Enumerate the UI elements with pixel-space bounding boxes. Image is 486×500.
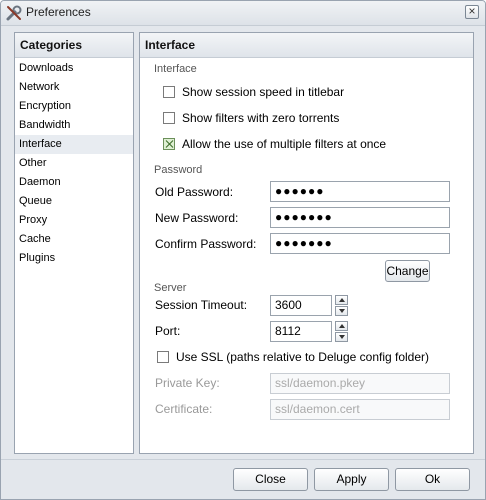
- spin-up-icon[interactable]: [335, 321, 348, 331]
- new-password-field[interactable]: ●●●●●●●: [270, 207, 450, 228]
- multiple-filters-checkbox[interactable]: [163, 138, 175, 150]
- spin-down-icon[interactable]: [335, 332, 348, 342]
- panel-title: Interface: [140, 33, 473, 58]
- server-section-label: Server: [154, 282, 187, 294]
- use-ssl-checkbox[interactable]: [157, 351, 169, 363]
- session-timeout-spinner[interactable]: [335, 295, 348, 316]
- zero-torrents-checkbox[interactable]: [163, 112, 175, 124]
- title-bar[interactable]: Preferences ×: [1, 1, 485, 26]
- change-password-button[interactable]: Change: [385, 260, 430, 282]
- port-field[interactable]: 8112: [270, 321, 332, 342]
- spin-down-icon[interactable]: [335, 306, 348, 316]
- session-speed-option[interactable]: Show session speed in titlebar: [163, 84, 344, 100]
- wrench-icon: [6, 5, 22, 21]
- category-plugins[interactable]: Plugins: [15, 249, 133, 268]
- preferences-window: Preferences × Categories Downloads Netwo…: [0, 0, 486, 500]
- confirm-password-label: Confirm Password:: [155, 237, 257, 251]
- use-ssl-option[interactable]: Use SSL (paths relative to Deluge config…: [157, 349, 429, 365]
- session-timeout-field[interactable]: 3600: [270, 295, 332, 316]
- interface-panel: Interface Interface Show session speed i…: [139, 32, 474, 454]
- close-button[interactable]: Close: [233, 468, 308, 491]
- category-network[interactable]: Network: [15, 78, 133, 97]
- session-speed-checkbox[interactable]: [163, 86, 175, 98]
- certificate-label: Certificate:: [155, 402, 213, 416]
- category-queue[interactable]: Queue: [15, 192, 133, 211]
- private-key-field[interactable]: ssl/daemon.pkey: [270, 373, 450, 394]
- session-timeout-label: Session Timeout:: [155, 298, 248, 312]
- window-title: Preferences: [26, 5, 91, 19]
- category-proxy[interactable]: Proxy: [15, 211, 133, 230]
- spin-up-icon[interactable]: [335, 295, 348, 305]
- category-bandwidth[interactable]: Bandwidth: [15, 116, 133, 135]
- multiple-filters-option[interactable]: Allow the use of multiple filters at onc…: [163, 136, 386, 152]
- ok-button[interactable]: Ok: [395, 468, 470, 491]
- footer-divider: [1, 459, 485, 460]
- category-interface[interactable]: Interface: [15, 135, 133, 154]
- old-password-label: Old Password:: [155, 185, 234, 199]
- port-label: Port:: [155, 324, 181, 338]
- zero-torrents-option[interactable]: Show filters with zero torrents: [163, 110, 339, 126]
- confirm-password-field[interactable]: ●●●●●●●: [270, 233, 450, 254]
- old-password-field[interactable]: ●●●●●●: [270, 181, 450, 202]
- interface-section-label: Interface: [154, 63, 197, 75]
- categories-header: Categories: [15, 33, 133, 58]
- new-password-label: New Password:: [155, 211, 239, 225]
- certificate-field[interactable]: ssl/daemon.cert: [270, 399, 450, 420]
- category-encryption[interactable]: Encryption: [15, 97, 133, 116]
- password-section-label: Password: [154, 164, 203, 176]
- apply-button[interactable]: Apply: [314, 468, 389, 491]
- multiple-filters-label: Allow the use of multiple filters at onc…: [182, 137, 387, 151]
- port-spinner[interactable]: [335, 321, 348, 342]
- category-other[interactable]: Other: [15, 154, 133, 173]
- private-key-label: Private Key:: [155, 376, 220, 390]
- session-speed-label: Show session speed in titlebar: [182, 85, 345, 99]
- category-daemon[interactable]: Daemon: [15, 173, 133, 192]
- categories-panel: Categories Downloads Network Encryption …: [14, 32, 134, 454]
- use-ssl-label: Use SSL (paths relative to Deluge config…: [176, 350, 430, 364]
- zero-torrents-label: Show filters with zero torrents: [182, 111, 340, 125]
- close-window-button[interactable]: ×: [465, 5, 479, 19]
- category-cache[interactable]: Cache: [15, 230, 133, 249]
- category-downloads[interactable]: Downloads: [15, 59, 133, 78]
